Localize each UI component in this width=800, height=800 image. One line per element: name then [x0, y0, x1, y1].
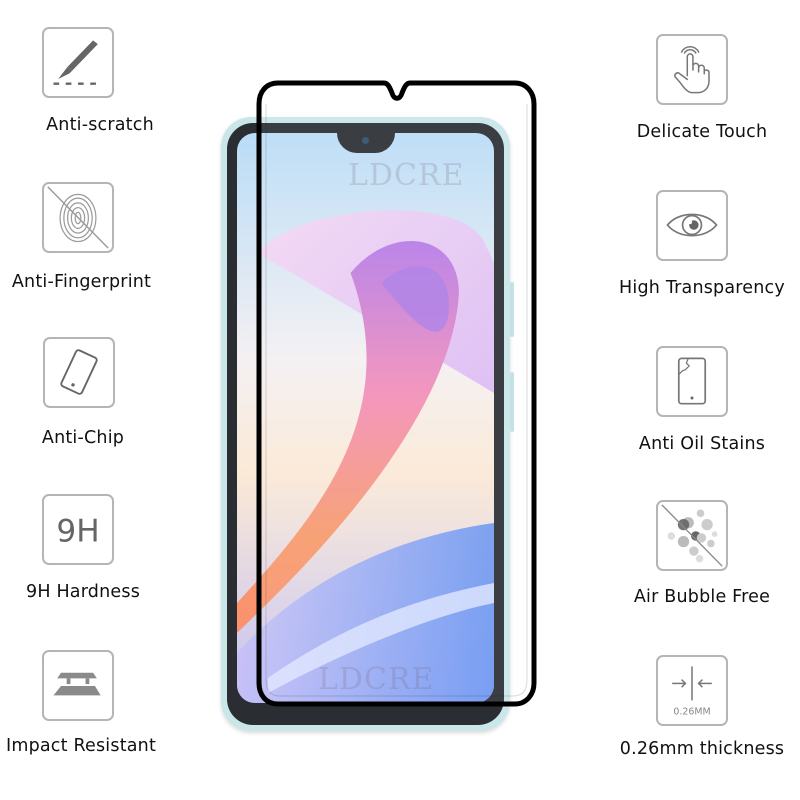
feature-label: 0.26mm thickness [619, 739, 785, 759]
watermark-top: LDCRE [348, 158, 465, 193]
feature-thickness: 0.26MM 0.26mm thickness [600, 0, 800, 780]
feature-label: Impact Resistant [5, 736, 157, 756]
thickness-icon: 0.26MM [656, 655, 728, 726]
impact-layers-icon [42, 650, 114, 721]
feature-impact-resistant: Impact Resistant [0, 0, 200, 780]
watermark-bottom: LDCRE [318, 662, 435, 697]
thickness-icon-text: 0.26MM [673, 707, 710, 718]
